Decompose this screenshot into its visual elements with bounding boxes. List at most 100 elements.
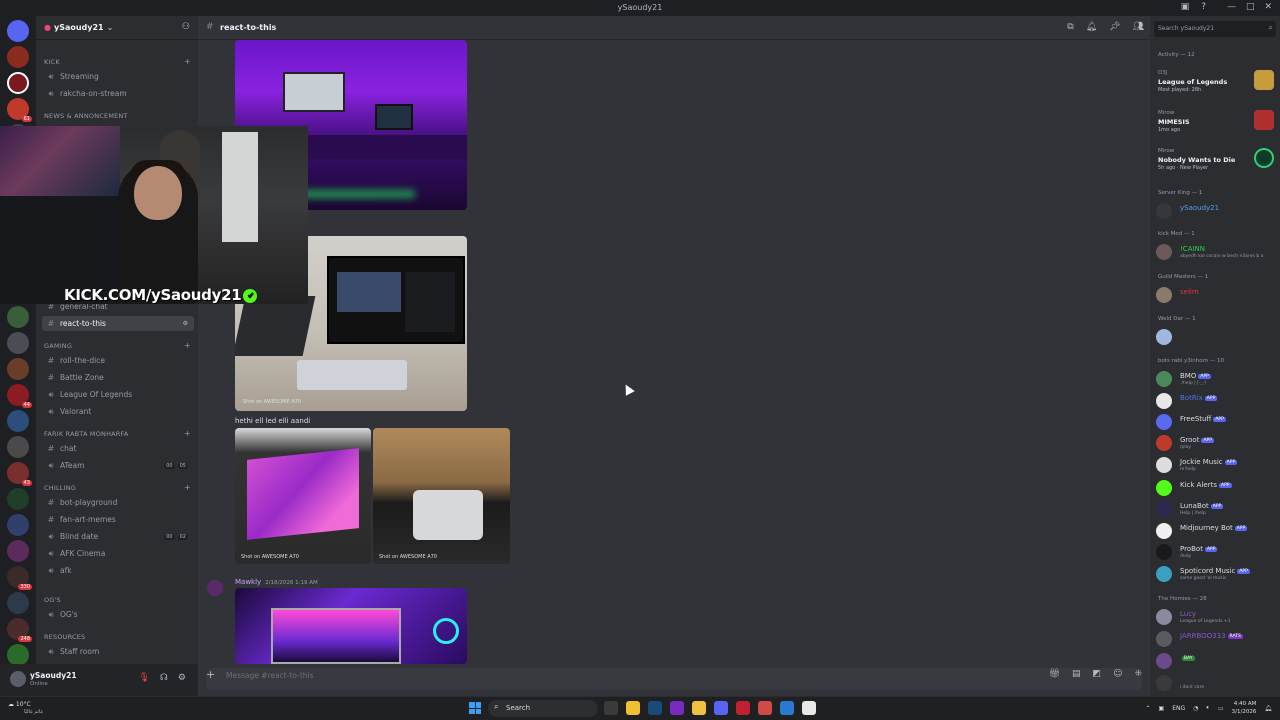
add-channel-icon[interactable]: + — [184, 57, 191, 66]
battery-icon[interactable]: ▭ — [1218, 705, 1224, 712]
file-explorer-icon[interactable] — [626, 701, 640, 715]
tray-app-icon[interactable]: ▣ — [1159, 705, 1165, 712]
member-item[interactable]: Lucy League of Legends +1 — [1156, 608, 1276, 626]
member-item[interactable]: !CAINN abyedh kol cocain w bech n3ares b … — [1156, 243, 1276, 261]
start-button[interactable] — [469, 702, 481, 714]
channel-rakcha-on-stream[interactable]: 🔊︎ rakcha-on-stream — [42, 86, 194, 101]
channel-ogs[interactable]: 🔊︎ OG's — [42, 607, 194, 622]
server-icon[interactable] — [7, 436, 29, 458]
channel-blind-date[interactable]: 🔊︎ Blind date 00 02 — [42, 529, 194, 544]
server-icon[interactable] — [7, 72, 29, 94]
member-item[interactable]: i dont care — [1156, 674, 1276, 692]
member-item[interactable]: BotRix APP — [1156, 392, 1276, 410]
add-channel-icon[interactable]: + — [184, 483, 191, 492]
category-chilling[interactable]: CHILLING + — [44, 483, 191, 492]
taskbar-search[interactable]: ⌕ Search — [488, 700, 598, 717]
channel-afk[interactable]: 🔊︎ afk — [42, 563, 194, 578]
member-item[interactable]: ProBot APP/help — [1156, 543, 1276, 561]
task-view-icon[interactable] — [604, 701, 618, 715]
discord-icon[interactable] — [714, 701, 728, 715]
member-item[interactable]: selim — [1156, 286, 1276, 304]
activity-card[interactable]: D3J League of Legends Most played: 28h — [1154, 68, 1276, 100]
author-name[interactable]: Mawkly — [235, 578, 261, 586]
server-icon[interactable] — [7, 332, 29, 354]
gift-icon[interactable]: 🎁︎ — [1049, 669, 1060, 679]
message-author[interactable]: Mawkly 2/18/2026 1:19 AM — [235, 578, 318, 586]
member-item[interactable]: Midjourney Bot APP — [1156, 522, 1276, 540]
avatar[interactable] — [207, 580, 223, 596]
server-icon[interactable]: 330 — [7, 566, 32, 590]
chevron-up-icon[interactable]: ⌃ — [1146, 705, 1151, 712]
language-indicator[interactable]: ENG — [1172, 705, 1185, 712]
category-farik[interactable]: FARIK RABTA MONHARFA + — [44, 429, 191, 438]
minimize-button[interactable]: — — [1227, 2, 1236, 12]
channel-valorant[interactable]: 🔊︎ Valorant — [42, 404, 194, 419]
apps-icon[interactable]: ⁜ — [1134, 669, 1142, 679]
steam-icon[interactable] — [648, 701, 662, 715]
notifications-icon[interactable]: 🔔︎ — [1086, 22, 1097, 32]
emoji-icon[interactable]: ☺ — [1113, 669, 1122, 679]
member-item[interactable]: ySaoudy21 — [1156, 202, 1276, 220]
channel-fan-art-memes[interactable]: # fan-art-memes — [42, 512, 194, 527]
add-channel-icon[interactable]: + — [184, 341, 191, 350]
member-item[interactable]: FreeStuff APP — [1156, 413, 1276, 431]
category-resources[interactable]: RESOURCES — [44, 633, 85, 641]
channel-battle-zone[interactable]: # Battle Zone — [42, 370, 194, 385]
server-icon[interactable] — [7, 540, 29, 562]
server-icon[interactable]: 43 — [7, 462, 32, 486]
channel-roll-the-dice[interactable]: # roll-the-dice — [42, 353, 194, 368]
activity-card[interactable]: Mirow Nobody Wants to Die 5h ago · New P… — [1154, 146, 1276, 178]
member-item[interactable]: BAY — [1156, 652, 1276, 670]
app-icon[interactable] — [802, 701, 816, 715]
member-item[interactable]: BMO APP ./help | [-_-] — [1156, 370, 1276, 388]
server-icon[interactable] — [7, 410, 29, 432]
message-image[interactable]: Shot on AWESOME A70 — [235, 428, 371, 564]
category-ogs[interactable]: OG's — [44, 596, 61, 604]
channel-afk-cinema[interactable]: 🔊︎ AFK Cinema — [42, 546, 194, 561]
channel-league-of-legends[interactable]: 🔊︎ League Of Legends — [42, 387, 194, 402]
maximize-button[interactable]: □ — [1246, 2, 1255, 12]
channel-staff-room[interactable]: 🔊︎ Staff room — [42, 644, 194, 659]
server-icon[interactable]: 61 — [7, 98, 32, 122]
threads-icon[interactable]: ⧉ — [1067, 22, 1073, 32]
close-button[interactable]: ✕ — [1264, 2, 1272, 12]
server-icon[interactable]: 44 — [7, 384, 32, 408]
avatar[interactable] — [10, 671, 26, 687]
home-icon[interactable] — [7, 20, 29, 42]
attach-plus-icon[interactable]: + — [206, 668, 215, 681]
volume-icon[interactable]: 🔈︎ — [1206, 704, 1210, 712]
sticker-icon[interactable]: ◩ — [1093, 669, 1102, 679]
member-item[interactable] — [1156, 328, 1276, 346]
add-person-icon[interactable]: ⚇ — [182, 22, 190, 32]
message-input[interactable] — [206, 668, 1142, 690]
headphones-icon[interactable]: ☊ — [160, 673, 168, 683]
category-kick[interactable]: KICK + — [44, 57, 191, 66]
member-item[interactable]: Spoticord Music APP some good 'ol music — [1156, 565, 1276, 583]
member-item[interactable]: LunaBot APP Help | /help — [1156, 500, 1276, 518]
opera-icon[interactable] — [736, 701, 750, 715]
channel-chat[interactable]: # chat — [42, 441, 194, 456]
app-icon[interactable] — [758, 701, 772, 715]
server-icon[interactable] — [7, 644, 29, 666]
activity-card[interactable]: Mirow MIMESIS 1mo ago — [1154, 108, 1276, 140]
channel-bot-playground[interactable]: # bot-playground — [42, 495, 194, 510]
channel-react-to-this[interactable]: # react-to-this ⚙ — [42, 316, 194, 331]
add-channel-icon[interactable]: + — [184, 429, 191, 438]
weather-widget[interactable]: ☁ 10°C — [8, 701, 31, 708]
clock[interactable]: 4:40 AM 3/1/2026 — [1232, 700, 1257, 716]
app-icon[interactable] — [692, 701, 706, 715]
settings-icon[interactable]: ⚙ — [178, 673, 186, 683]
category-gaming[interactable]: GAMING + — [44, 341, 191, 350]
server-icon[interactable]: 248 — [7, 618, 32, 642]
search-input[interactable]: Search ySaoudy21 ⌕ — [1154, 21, 1276, 37]
member-item[interactable]: JARRBOO333 RATS — [1156, 630, 1276, 648]
inbox-icon[interactable]: ▣ — [1181, 2, 1190, 12]
mute-icon[interactable]: 🎙︎ — [138, 673, 149, 683]
member-item[interactable]: Kick Alerts APP — [1156, 479, 1276, 497]
server-icon[interactable] — [7, 46, 29, 68]
server-icon[interactable] — [7, 488, 29, 510]
pin-icon[interactable]: 📌︎ — [1109, 22, 1120, 32]
notifications-icon[interactable]: 🔔︎ — [1264, 705, 1272, 712]
member-list-icon[interactable]: 👥︎ — [1133, 22, 1144, 32]
wifi-icon[interactable]: ◔ — [1193, 705, 1198, 712]
